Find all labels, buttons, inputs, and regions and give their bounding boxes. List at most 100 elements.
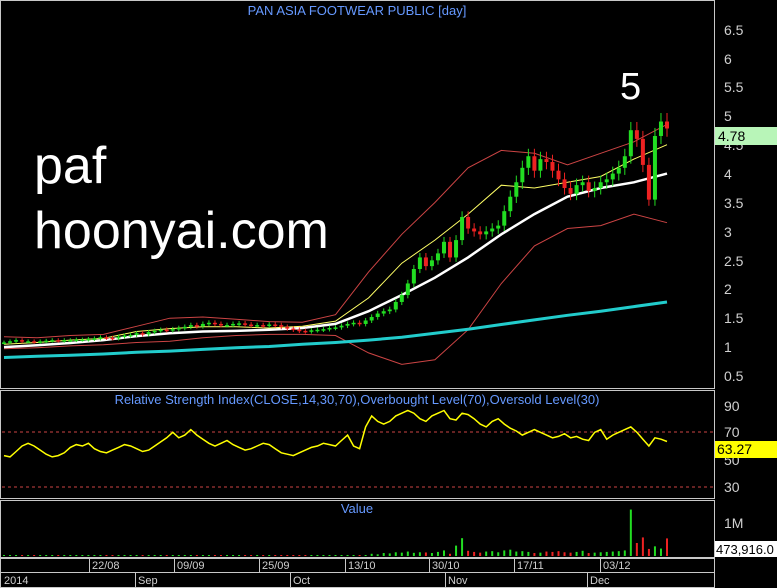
date-label: 03/12: [603, 560, 631, 572]
volume-bar: [533, 553, 536, 556]
candle-body: [592, 188, 597, 191]
volume-bar: [262, 555, 265, 556]
volume-bar: [165, 555, 168, 556]
volume-bar: [159, 555, 162, 556]
volume-title: Value: [341, 501, 373, 516]
volume-bar: [521, 551, 524, 556]
volume-bar: [503, 550, 506, 556]
candle-body: [176, 327, 181, 330]
volume-bar: [647, 548, 650, 556]
candle-body: [550, 162, 555, 171]
candle-body: [532, 156, 537, 171]
candle-body: [665, 121, 669, 129]
price-tick-label: 2.5: [724, 253, 744, 269]
volume-bar: [117, 555, 120, 556]
volume-bar: [286, 555, 289, 556]
candle-body: [237, 323, 242, 325]
candle-body: [496, 225, 501, 229]
candle-body: [490, 228, 495, 232]
volume-bar: [105, 555, 108, 556]
candle-body: [188, 325, 193, 327]
volume-bar: [485, 551, 488, 556]
candle-body: [417, 257, 422, 270]
date-label: 09/09: [177, 560, 205, 572]
volume-bar: [129, 555, 132, 556]
volume-bar: [491, 551, 494, 556]
rsi-line-group: [3, 409, 668, 458]
date-label: 25/09: [262, 560, 290, 572]
rsi-tick-label: 30: [724, 479, 740, 495]
volume-bar: [3, 555, 5, 556]
volume-bar: [412, 552, 415, 556]
volume-bar: [250, 555, 253, 556]
volume-bar: [51, 555, 54, 556]
volume-bar: [45, 555, 48, 556]
volume-bar: [623, 550, 626, 556]
candle-body: [212, 322, 217, 325]
candle-body: [646, 164, 651, 200]
candle-body: [435, 253, 440, 261]
volume-bar: [449, 553, 452, 556]
rsi-title: Relative Strength Index(CLOSE,14,30,70),…: [115, 392, 600, 407]
price-panel: [0, 0, 715, 389]
price-tick-label: 6: [724, 51, 732, 67]
volume-bar: [256, 555, 259, 556]
candle-body: [26, 341, 31, 343]
date-label: 22/08: [92, 560, 120, 572]
volume-bar: [424, 552, 427, 556]
rsi-last-label: 63.27: [717, 441, 752, 457]
volume-bar: [563, 552, 566, 556]
date-label: 2014: [4, 575, 28, 587]
volume-bar: [316, 555, 319, 556]
volume-bar: [274, 555, 277, 556]
volume-bar: [9, 555, 12, 556]
volume-bar: [298, 555, 301, 556]
volume-bar: [509, 549, 512, 556]
volume-bar: [497, 552, 500, 556]
candle-body: [62, 340, 67, 342]
volume-bar: [201, 555, 204, 556]
price-tick-label: 5.5: [724, 79, 744, 95]
candle-body: [574, 185, 579, 194]
candle-body: [255, 325, 260, 327]
candle-body: [399, 295, 404, 302]
candle-body: [484, 231, 489, 235]
candle-body: [640, 138, 645, 165]
chart-title: PAN ASIA FOOTWEAR PUBLIC [day]: [248, 3, 467, 18]
candle-body: [14, 340, 19, 342]
volume-bar: [593, 552, 596, 556]
volume-bar: [629, 509, 632, 556]
volume-bar: [177, 555, 180, 556]
volume-bar: [557, 551, 560, 556]
volume-bar: [153, 555, 156, 556]
candle-body: [616, 167, 621, 174]
candle-body: [243, 323, 248, 325]
candle-body: [122, 335, 127, 338]
candle-body: [411, 269, 416, 284]
volume-bar: [183, 555, 186, 556]
candle-body: [405, 283, 410, 296]
volume-bar: [75, 555, 78, 556]
volume-bar: [346, 555, 349, 556]
candle-body: [206, 322, 211, 325]
candle-body: [2, 342, 6, 344]
candle-body: [56, 340, 61, 342]
candle-body: [393, 301, 398, 310]
volume-bar: [27, 555, 30, 556]
candle-body: [333, 327, 338, 329]
candle-body: [116, 336, 121, 339]
volume-bar: [352, 555, 355, 556]
volume-bar: [328, 555, 331, 556]
price-tick-label: 1.5: [724, 310, 744, 326]
candle-body: [285, 326, 290, 329]
volume-bar: [388, 553, 391, 556]
candle-body: [508, 196, 513, 212]
candle-body: [68, 340, 73, 342]
candle-body: [225, 325, 230, 327]
candle-body: [273, 324, 278, 327]
volume-bar: [418, 552, 421, 556]
candle-body: [562, 179, 567, 189]
volume-bar: [611, 551, 614, 556]
volume-bar: [436, 551, 439, 556]
candle-body: [357, 322, 362, 325]
